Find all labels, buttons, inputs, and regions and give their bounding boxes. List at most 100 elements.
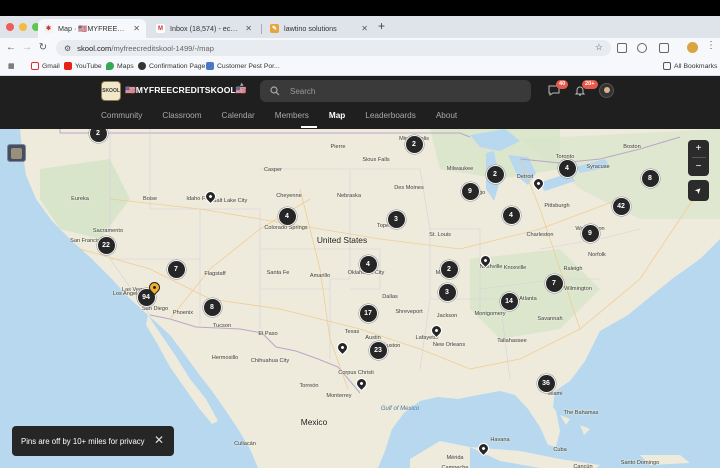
bookmark-youtube[interactable]: YouTube [64, 62, 102, 70]
tab-classroom[interactable]: Classroom [162, 111, 201, 120]
place-label-mexico: Mexico [300, 417, 328, 427]
cluster-miami[interactable]: 36 [536, 373, 556, 393]
bookmarks-bar: ▦ Gmail YouTube Maps Confirmation Page C… [0, 59, 720, 76]
place-label-san-diego: San Diego [141, 306, 169, 312]
extension-icon[interactable] [637, 43, 647, 53]
cluster-pacific-northwest[interactable]: 2 [88, 129, 108, 143]
bookmark-confirmation-page[interactable]: Confirmation Page [138, 62, 205, 70]
map-thumbnail[interactable] [7, 144, 26, 162]
cluster-toronto[interactable]: 4 [557, 158, 577, 178]
place-label-torre-n: Torreón [299, 383, 319, 389]
user-avatar[interactable] [599, 83, 614, 98]
cluster-ohio[interactable]: 4 [501, 205, 521, 225]
tab-leaderboards[interactable]: Leaderboards [365, 111, 416, 120]
cluster-phoenix[interactable]: 8 [202, 297, 222, 317]
place-label-santa-fe: Santa Fe [266, 270, 290, 276]
place-label-boston: Boston [623, 144, 641, 150]
tab-calendar[interactable]: Calendar [222, 111, 255, 120]
place-label-m-rida: Mérida [446, 455, 464, 461]
cluster-atlanta[interactable]: 14 [499, 291, 519, 311]
cluster-las-vegas[interactable]: 7 [166, 259, 186, 279]
close-tab-icon[interactable]: ✕ [133, 24, 140, 33]
window-controls [6, 23, 40, 31]
close-tab-icon[interactable]: ✕ [245, 24, 252, 33]
place-label-syracuse: Syracuse [586, 164, 610, 170]
cluster-minneapolis[interactable]: 2 [404, 134, 424, 154]
cluster-boston[interactable]: 8 [640, 168, 660, 188]
tab-title: lawtino solutions [284, 24, 337, 33]
bookmark-star-icon[interactable]: ☆ [595, 42, 603, 53]
cluster-mississippi[interactable]: 3 [437, 282, 457, 302]
cluster-new-york[interactable]: 42 [611, 196, 631, 216]
search-input[interactable] [290, 86, 510, 96]
place-label-havana: Havana [490, 437, 510, 443]
page-icon [206, 62, 214, 70]
browser-tab-lawtino[interactable]: ✎ lawtino solutions ✕ [264, 19, 374, 38]
browser-tab-gmail[interactable]: M Inbox (18,574) - ecommbuild ✕ [150, 19, 258, 38]
zoom-in-button[interactable]: + [696, 140, 702, 157]
bookmark-gmail[interactable]: Gmail [31, 62, 60, 70]
cluster-memphis[interactable]: 2 [439, 259, 459, 279]
extension-icon[interactable] [617, 43, 627, 53]
forward-arrow-icon[interactable]: → [21, 41, 33, 55]
community-name[interactable]: 🇺🇸MYFREECREDITSKOOL🇺🇸 [125, 85, 247, 96]
member-map[interactable]: MinneapolisPierreSioux FallsCasperMilwau… [0, 129, 720, 468]
reload-icon[interactable]: ↻ [37, 41, 49, 55]
browser-tab-skool[interactable]: ✱ Map · 🇺🇸MYFREECREDITSKO ✕ [38, 19, 146, 38]
close-window-button[interactable] [6, 23, 14, 31]
tab-about[interactable]: About [436, 111, 457, 120]
bookmark-label: All Bookmarks [674, 62, 718, 70]
place-label-st-louis: St. Louis [429, 232, 451, 238]
locate-button[interactable]: ➤ [688, 180, 709, 201]
minimize-window-button[interactable] [19, 23, 27, 31]
cluster-washington[interactable]: 9 [580, 223, 600, 243]
back-arrow-icon[interactable]: ← [5, 41, 17, 55]
place-label-casper: Casper [263, 167, 283, 173]
tab-community[interactable]: Community [101, 111, 142, 120]
close-tab-icon[interactable]: ✕ [361, 24, 368, 33]
chat-badge: 40 [556, 80, 569, 89]
page-icon: ✎ [270, 24, 279, 33]
puzzle-extensions-icon[interactable] [659, 43, 669, 53]
cluster-oklahoma[interactable]: 4 [358, 254, 378, 274]
place-label-jackson: Jackson [436, 313, 458, 319]
place-label-boise: Boise [143, 196, 157, 202]
community-logo[interactable]: SKOOL [101, 81, 121, 101]
tab-members[interactable]: Members [275, 111, 309, 120]
place-label-el-paso: El Paso [258, 331, 278, 337]
search-bar[interactable] [260, 80, 531, 102]
browser-menu-icon[interactable]: ⋮ [706, 40, 716, 51]
cluster-north-carolina[interactable]: 7 [544, 273, 564, 293]
url-field[interactable]: ⚙ skool.com/myfreecreditskool-1499/-/map… [56, 40, 611, 56]
cluster-milwaukee[interactable]: 9 [460, 181, 480, 201]
cluster-topeka[interactable]: 3 [386, 209, 406, 229]
place-label-cheyenne: Cheyenne [276, 193, 302, 199]
chevron-updown-icon[interactable]: ▴ ▾ [240, 81, 244, 94]
place-label-tucson: Tucson [212, 323, 232, 329]
bookmark-label: Maps [117, 62, 134, 70]
cluster-dallas[interactable]: 17 [358, 303, 378, 323]
maps-icon [106, 62, 114, 70]
all-bookmarks[interactable]: All Bookmarks [663, 62, 717, 70]
place-label-monterrey: Monterrey [326, 393, 352, 399]
bookmark-maps[interactable]: Maps [106, 62, 134, 70]
cluster-san-francisco[interactable]: 22 [96, 235, 116, 255]
profile-avatar[interactable] [687, 42, 698, 53]
place-label-knoxville: Knoxville [503, 265, 527, 271]
site-settings-icon[interactable]: ⚙ [64, 44, 71, 53]
new-tab-button[interactable]: + [378, 19, 385, 33]
cluster-michigan[interactable]: 2 [485, 164, 505, 184]
apps-grid-icon[interactable]: ▦ [8, 62, 14, 70]
search-icon [270, 86, 280, 96]
place-label-pittsburgh: Pittsburgh [544, 203, 570, 209]
bookmark-customer-pest[interactable]: Customer Pest Por... [206, 62, 280, 70]
cluster-colorado[interactable]: 4 [277, 206, 297, 226]
place-label-nebraska: Nebraska [337, 193, 361, 199]
cluster-houston[interactable]: 23 [368, 340, 388, 360]
zoom-out-button[interactable]: − [696, 158, 702, 175]
tab-map[interactable]: Map [329, 111, 345, 120]
place-label-salt-lake-city: Salt Lake City [212, 198, 248, 204]
close-toast-button[interactable]: ✕ [154, 433, 164, 447]
place-label-sacramento: Sacramento [92, 228, 124, 234]
place-label-wilmington: Wilmington [564, 286, 592, 292]
